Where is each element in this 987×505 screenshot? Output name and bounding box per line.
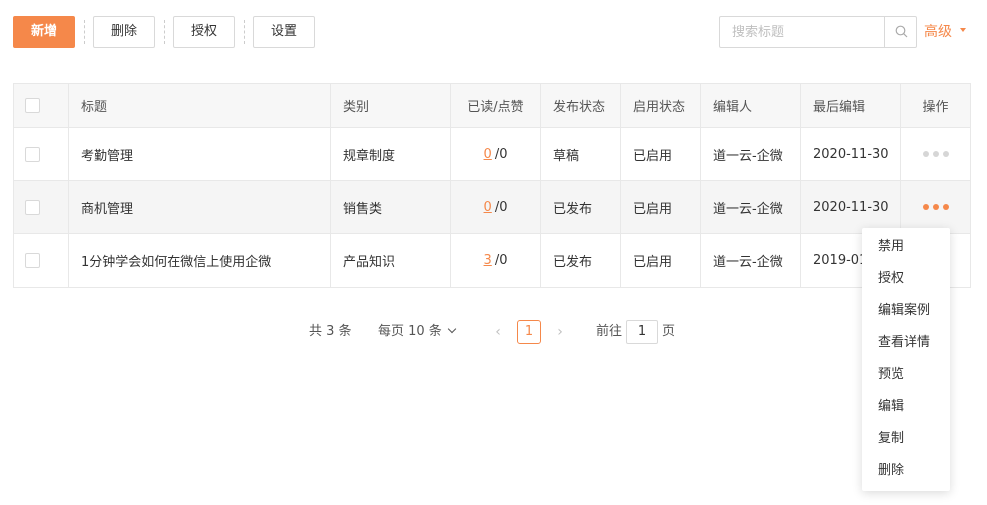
row-read-likes: 0/0: [451, 128, 541, 180]
row-publish-status: 已发布: [541, 234, 621, 287]
row-enabled-status: 已启用: [621, 234, 701, 287]
row-category: 规章制度: [331, 128, 451, 180]
menu-item-authorize[interactable]: 授权: [862, 263, 950, 295]
add-button[interactable]: 新增: [13, 16, 75, 48]
advanced-label: 高级: [924, 24, 952, 40]
header-publish-status: 发布状态: [541, 84, 621, 127]
row-category: 产品知识: [331, 234, 451, 287]
advanced-filter-toggle[interactable]: 高级: [924, 22, 966, 42]
next-page-button[interactable]: ›: [552, 319, 568, 345]
more-actions-icon[interactable]: [922, 151, 949, 157]
read-count-link[interactable]: 3: [484, 253, 492, 268]
header-last-edit: 最后编辑: [801, 84, 901, 127]
caret-down-icon: [960, 28, 966, 32]
pagination: 共 3 条 每页 10 条 ‹ 1 › 前往 页: [0, 319, 987, 345]
like-count: /0: [494, 146, 508, 162]
read-count-link[interactable]: 0: [484, 200, 492, 215]
header-actions: 操作: [922, 100, 949, 115]
search-box: [719, 16, 917, 48]
menu-item-delete[interactable]: 删除: [862, 455, 950, 487]
search-input[interactable]: [720, 17, 884, 47]
row-read-likes: 0/0: [451, 181, 541, 233]
row-editor: 道一云-企微: [701, 128, 801, 180]
header-read-likes: 已读/点赞: [451, 84, 541, 127]
select-all-checkbox[interactable]: [25, 98, 40, 113]
prev-page-button[interactable]: ‹: [490, 319, 506, 345]
goto-label: 前往: [596, 324, 623, 339]
authorize-button[interactable]: 授权: [173, 16, 235, 48]
row-enabled-status: 已启用: [621, 181, 701, 233]
goto-page-input[interactable]: [626, 320, 658, 344]
goto-suffix: 页: [662, 324, 676, 339]
page-size-select[interactable]: 每页 10 条: [378, 319, 457, 345]
toolbar-divider: [244, 20, 245, 44]
content-table: 标题 类别 已读/点赞 发布状态 启用状态 编辑人 最后编辑 操作 考勤管理 规…: [13, 83, 971, 288]
like-count: /0: [494, 253, 508, 268]
row-publish-status: 已发布: [541, 181, 621, 233]
row-last-edit: 2020-11-30: [801, 181, 901, 233]
menu-item-edit[interactable]: 编辑: [862, 391, 950, 423]
row-publish-status: 草稿: [541, 128, 621, 180]
chevron-down-icon: [447, 324, 457, 334]
row-title: 1分钟学会如何在微信上使用企微: [69, 234, 331, 287]
row-editor: 道一云-企微: [701, 234, 801, 287]
pagination-total: 共 3 条: [309, 324, 352, 339]
table-header-row: 标题 类别 已读/点赞 发布状态 启用状态 编辑人 最后编辑 操作: [14, 84, 970, 128]
more-actions-icon[interactable]: [922, 204, 949, 210]
row-title: 商机管理: [69, 181, 331, 233]
like-count: /0: [494, 199, 508, 215]
row-read-likes: 3/0: [451, 234, 541, 287]
header-enabled-status: 启用状态: [621, 84, 701, 127]
menu-item-edit-case[interactable]: 编辑案例: [862, 295, 950, 327]
search-button[interactable]: [884, 17, 917, 47]
row-checkbox[interactable]: [25, 146, 40, 162]
row-editor: 道一云-企微: [701, 181, 801, 233]
delete-button[interactable]: 删除: [93, 16, 155, 48]
settings-button[interactable]: 设置: [253, 16, 315, 48]
row-checkbox[interactable]: [25, 199, 40, 215]
table-row: 考勤管理 规章制度 0/0 草稿 已启用 道一云-企微 2020-11-30: [14, 128, 970, 181]
row-checkbox[interactable]: [25, 253, 40, 268]
table-row: 商机管理 销售类 0/0 已发布 已启用 道一云-企微 2020-11-30: [14, 181, 970, 234]
header-editor: 编辑人: [701, 84, 801, 127]
toolbar-divider: [164, 20, 165, 44]
table-row: 1分钟学会如何在微信上使用企微 产品知识 3/0 已发布 已启用 道一云-企微 …: [14, 234, 970, 287]
search-icon: [895, 25, 908, 38]
row-title: 考勤管理: [69, 128, 331, 180]
menu-item-copy[interactable]: 复制: [862, 423, 950, 455]
menu-item-disable[interactable]: 禁用: [862, 231, 950, 263]
toolbar: 新增 删除 授权 设置 高级: [0, 0, 987, 64]
menu-item-view-details[interactable]: 查看详情: [862, 327, 950, 359]
read-count-link[interactable]: 0: [484, 147, 492, 162]
row-enabled-status: 已启用: [621, 128, 701, 180]
row-action-menu: 禁用 授权 编辑案例 查看详情 预览 编辑 复制 删除: [862, 228, 950, 491]
menu-item-preview[interactable]: 预览: [862, 359, 950, 391]
toolbar-divider: [84, 20, 85, 44]
page-size-label: 每页 10 条: [378, 324, 442, 339]
row-last-edit: 2020-11-30: [801, 128, 901, 180]
page-number-current[interactable]: 1: [517, 320, 541, 344]
row-category: 销售类: [331, 181, 451, 233]
header-category: 类别: [331, 84, 451, 127]
header-title: 标题: [69, 84, 331, 127]
